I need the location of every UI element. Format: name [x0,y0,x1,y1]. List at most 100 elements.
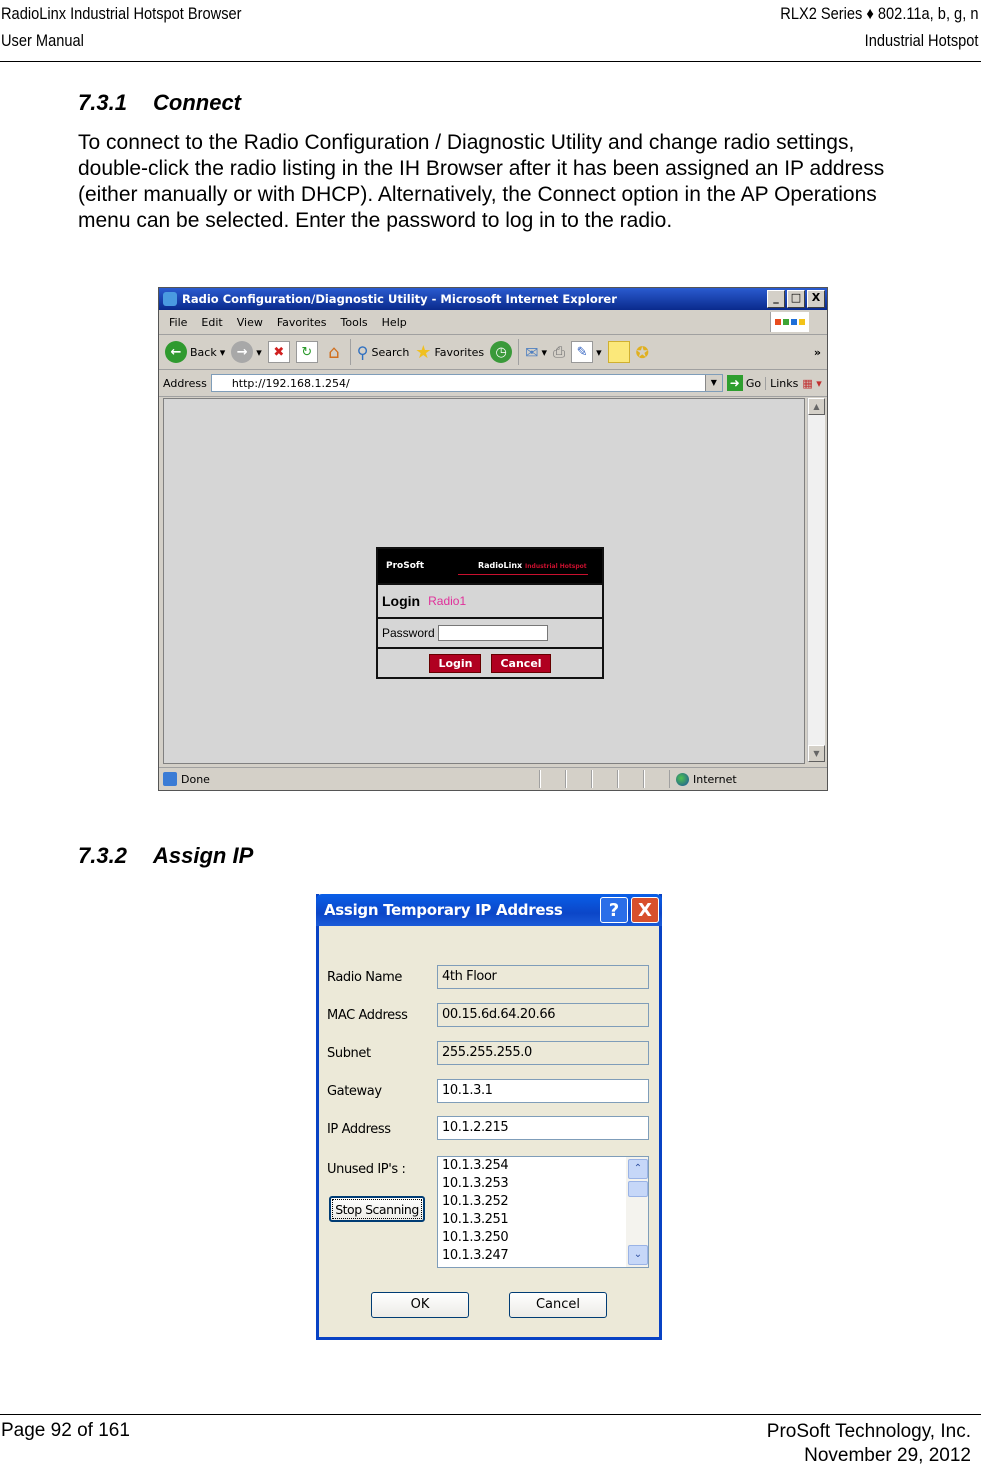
forward-button[interactable]: → ▾ [231,341,262,363]
menu-favorites[interactable]: Favorites [277,316,327,329]
toolbar-separator [349,339,351,365]
zone-text: Internet [693,772,737,786]
edit-button[interactable]: ✎ ▾ [571,341,602,363]
radio-name-field: 4th Floor [437,965,649,989]
list-item[interactable]: 10.1.3.252 [438,1193,648,1211]
go-label: Go [745,376,762,390]
back-arrow-icon: ← [165,341,187,363]
favorites-button[interactable]: ★ Favorites [415,342,484,363]
radiolinx-text: RadioLinx [478,561,523,570]
note-icon[interactable] [607,341,630,363]
pdf-icon[interactable]: ▦ ▾ [802,377,821,390]
print-icon[interactable]: ⎙ [553,343,565,361]
toolbar-separator [518,339,520,365]
minimize-button[interactable]: _ [767,290,785,308]
cancel-button[interactable]: Cancel [491,653,551,673]
favorites-label: Favorites [434,345,485,359]
browser-window: Radio Configuration/Diagnostic Utility -… [158,287,828,791]
section-title: Assign IP [153,843,254,868]
list-item[interactable]: 10.1.3.251 [438,1211,648,1229]
password-input[interactable] [437,625,548,641]
windows-logo-icon [770,312,809,332]
scroll-down-icon[interactable]: ▼ [808,745,825,762]
doc-title: RadioLinx Industrial Hotspot Browser [1,4,242,23]
address-bar: Address http://192.168.1.254/ ▼ ➜ Go Link… [159,370,827,397]
browser-title-bar: Radio Configuration/Diagnostic Utility -… [159,288,827,310]
password-label: Password [382,626,435,640]
status-cell [644,770,670,788]
go-button[interactable]: ➜ Go [726,375,762,391]
address-value: http://192.168.1.254/ [231,376,350,390]
login-header-row: Login Radio1 [378,583,602,617]
stop-icon[interactable]: ✖ [267,341,290,363]
page-number: Page 92 of 161 [1,1420,130,1441]
status-bar: Done Internet [159,767,827,790]
mail-button[interactable]: ✉ ▾ [525,343,547,362]
menu-edit[interactable]: Edit [201,316,222,329]
links-button[interactable]: Links [765,376,798,390]
search-icon: ⚲ [356,342,369,362]
dialog-title: Assign Temporary IP Address [324,901,563,919]
menu-view[interactable]: View [237,316,263,329]
ip-address-input[interactable]: 10.1.2.215 [437,1116,649,1140]
help-button[interactable]: ? [600,897,628,923]
scroll-down-icon[interactable]: ⌄ [628,1245,648,1265]
refresh-icon[interactable]: ↻ [295,341,318,363]
ok-button[interactable]: OK [371,1292,469,1318]
status-cell [592,770,618,788]
messenger-icon[interactable]: ✪ [636,343,649,362]
unused-ips-label: Unused IP's : [327,1162,406,1177]
search-button[interactable]: ⚲ Search [357,343,410,362]
close-button[interactable]: X [631,897,659,923]
search-label: Search [371,345,410,359]
back-button[interactable]: ← Back ▾ [165,341,225,363]
scroll-thumb[interactable] [628,1181,648,1197]
section-heading-assign-ip: 7.3.2 Assign IP [78,843,253,869]
section-title: Connect [153,90,241,115]
password-row: Password [378,617,602,647]
scroll-up-icon[interactable]: ⌃ [628,1159,648,1179]
security-zone: Internet [670,772,737,786]
list-item[interactable]: 10.1.3.253 [438,1175,648,1193]
dialog-title-bar: Assign Temporary IP Address ? X [316,894,662,926]
star-icon: ★ [415,341,432,363]
vertical-scrollbar[interactable]: ▲ ▼ [807,398,825,762]
unused-ips-list[interactable]: 10.1.3.254 10.1.3.253 10.1.3.252 10.1.3.… [437,1156,649,1268]
toolbar: ← Back ▾ → ▾ ✖ ↻ ⌂ ⚲ Search ★ Favorites ◷ ✉… [159,335,827,370]
header-rule [0,61,981,62]
go-arrow-icon: ➜ [726,375,743,391]
radio-name-label: Radio Name [327,970,403,985]
menu-tools[interactable]: Tools [341,316,368,329]
history-icon[interactable]: ◷ [490,341,513,363]
subnet-label: Subnet [327,1046,371,1061]
ie-icon [163,292,177,306]
menu-help[interactable]: Help [382,316,407,329]
running-header-right: RLX2 Series ♦ 802.11a, b, g, n Industria… [780,0,978,54]
menu-bar: File Edit View Favorites Tools Help [159,310,827,335]
list-item[interactable]: 10.1.3.254 [438,1157,648,1175]
gateway-input[interactable]: 10.1.3.1 [437,1079,649,1103]
stop-scanning-button[interactable]: Stop Scanning [329,1196,425,1222]
list-item[interactable]: 10.1.3.247 [438,1247,648,1265]
address-input[interactable]: http://192.168.1.254/ ▼ [210,374,723,392]
connect-paragraph: To connect to the Radio Configuration / … [78,131,885,232]
cancel-button[interactable]: Cancel [509,1292,607,1318]
status-done: Done [159,770,540,788]
product-series: RLX2 Series ♦ 802.11a, b, g, n [779,4,978,23]
forward-arrow-icon: → [231,341,254,363]
radio-name: Radio1 [428,594,467,608]
footer-right: ProSoft Technology, Inc. November 29, 20… [767,1420,971,1468]
address-dropdown-icon[interactable]: ▼ [704,375,722,391]
globe-icon [676,772,689,786]
toolbar-overflow-icon[interactable]: » [814,346,821,359]
menu-file[interactable]: File [169,316,187,329]
home-icon[interactable]: ⌂ [324,342,344,363]
status-cell [540,770,566,788]
list-scrollbar[interactable]: ⌃ ⌄ [626,1157,648,1267]
status-text: Done [181,772,210,786]
close-button[interactable]: X [807,290,825,308]
maximize-button[interactable]: □ [787,290,805,308]
scroll-up-icon[interactable]: ▲ [808,398,825,415]
login-button[interactable]: Login [429,653,482,673]
list-item[interactable]: 10.1.3.250 [438,1229,648,1247]
